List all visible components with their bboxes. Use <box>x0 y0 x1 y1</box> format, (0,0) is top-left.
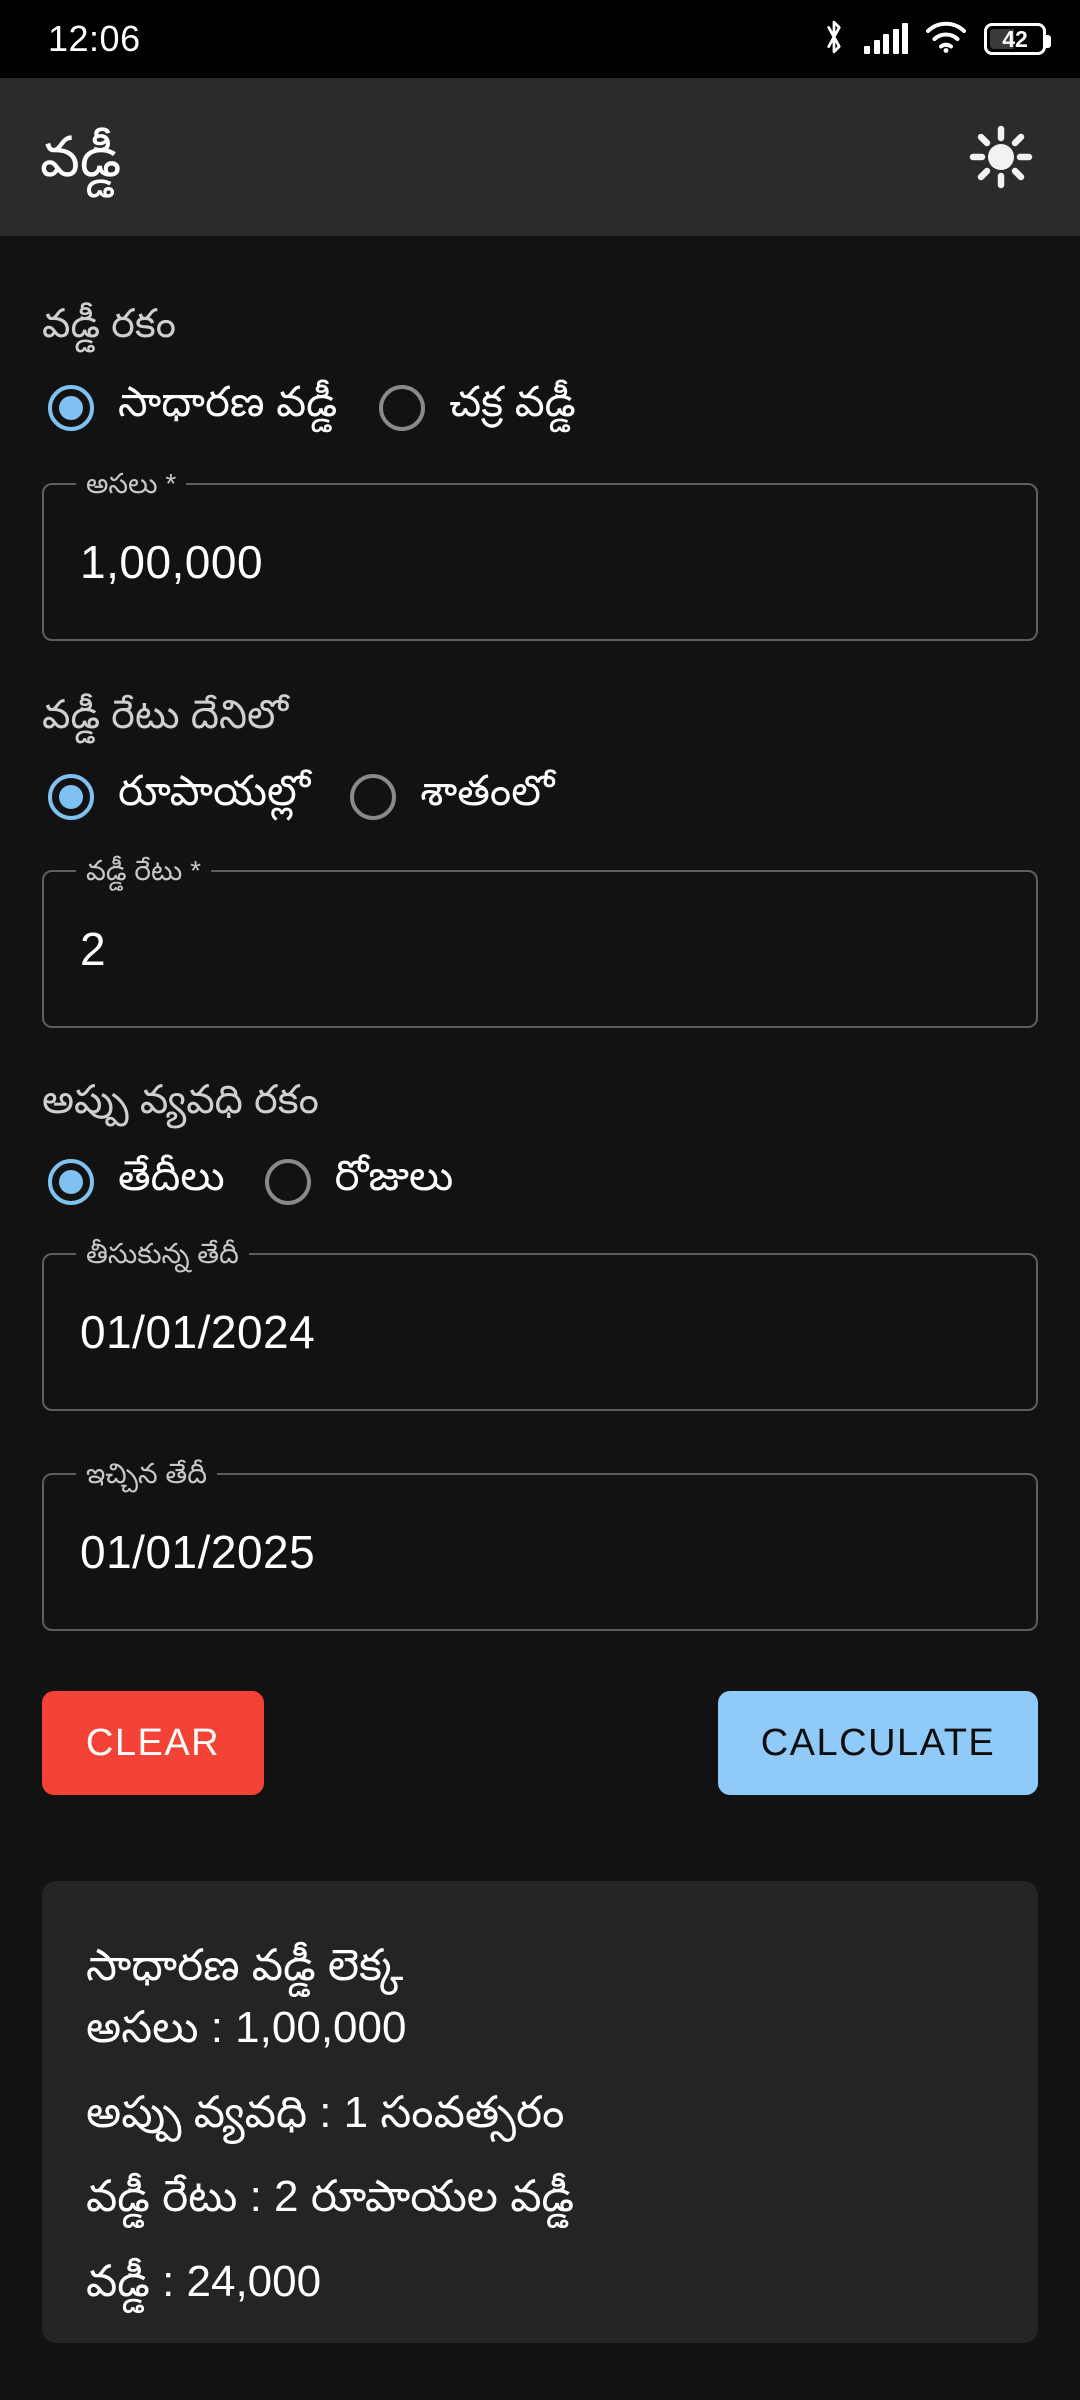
rate-unit-label: వడ్డీ రేటు దేనిలో <box>42 693 289 737</box>
rate-unit-radio-group: రూపాయల్లో శాతంలో <box>0 767 1080 826</box>
rate-input[interactable]: 2 <box>80 922 106 976</box>
duration-type-radio-group: తేదీలు రోజులు <box>0 1152 1080 1211</box>
cellular-signal-icon <box>864 23 908 54</box>
radio-dates-icon[interactable] <box>48 1158 94 1205</box>
from-date-field-label: తీసుకున్న తేదీ <box>76 1235 249 1273</box>
rate-field-label: వడ్డీ రేటు * <box>76 852 211 890</box>
radio-in-percent-label: శాతంలో <box>420 767 555 814</box>
bluetooth-icon <box>821 19 847 60</box>
radio-option-days[interactable]: రోజులు <box>264 1152 454 1211</box>
radio-compound-interest-icon[interactable] <box>379 384 426 431</box>
result-duration: అప్పు వ్యవధి : 1 సంవత్సరం <box>86 2087 565 2137</box>
principal-field-label: అసలు * <box>76 465 187 503</box>
wifi-icon <box>925 21 967 58</box>
app-title: వడ్డీ <box>40 125 122 188</box>
rate-field[interactable]: వడ్డీ రేటు * 2 <box>42 852 1038 1028</box>
battery-level-text: 42 <box>1002 25 1028 52</box>
main-content: వడ్డీ రకం సాధారణ వడ్డీ చక్ర వడ్డీ అసలు *… <box>0 236 1080 2344</box>
brightness-sun-icon[interactable] <box>968 124 1034 190</box>
radio-days-icon[interactable] <box>264 1158 311 1205</box>
interest-type-radio-group: సాధారణ వడ్డీ చక్ర వడ్డీ <box>0 378 1080 437</box>
radio-days-label: రోజులు <box>334 1152 454 1199</box>
interest-type-label: వడ్డీ రకం <box>42 302 177 346</box>
action-button-row: CLEAR CALCULATE <box>0 1691 1080 1795</box>
from-date-field[interactable]: తీసుకున్న తేదీ 01/01/2024 <box>42 1235 1038 1411</box>
radio-option-in-rupees[interactable]: రూపాయల్లో <box>48 767 310 826</box>
result-rate: వడ్డీ రేటు : 2 రూపాయల వడ్డీ <box>86 2172 575 2222</box>
status-bar: 12:06 42 <box>0 0 1080 78</box>
radio-option-simple-interest[interactable]: సాధారణ వడ్డీ <box>48 378 337 437</box>
result-interest: వడ్డీ : 24,000 <box>86 2256 322 2306</box>
battery-icon: 42 <box>984 23 1051 55</box>
status-clock: 12:06 <box>48 18 141 59</box>
radio-simple-interest-icon[interactable] <box>48 384 94 431</box>
radio-dates-label: తేదీలు <box>118 1152 225 1199</box>
to-date-input[interactable]: 01/01/2025 <box>80 1525 315 1579</box>
phone-screen: 12:06 42 వడ్డీ వడ్డీ రకం సాధారణ వడ్డీ చక… <box>0 0 1080 2400</box>
radio-compound-interest-label: చక్ర వడ్డీ <box>449 378 576 425</box>
radio-in-percent-icon[interactable] <box>350 773 397 820</box>
radio-option-compound-interest[interactable]: చక్ర వడ్డీ <box>379 378 576 437</box>
to-date-field[interactable]: ఇచ్చిన తేదీ 01/01/2025 <box>42 1455 1038 1631</box>
radio-in-rupees-icon[interactable] <box>48 773 94 820</box>
calculate-button[interactable]: CALCULATE <box>718 1691 1038 1795</box>
clear-button[interactable]: CLEAR <box>42 1691 264 1795</box>
result-principal: అసలు : 1,00,000 <box>86 2003 407 2053</box>
app-bar: వడ్డీ <box>0 78 1080 236</box>
result-card: సాధారణ వడ్డీ లెక్క అసలు : 1,00,000 అప్పు… <box>42 1881 1038 2344</box>
radio-option-in-percent[interactable]: శాతంలో <box>350 767 554 826</box>
radio-simple-interest-label: సాధారణ వడ్డీ <box>118 378 338 425</box>
principal-input[interactable]: 1,00,000 <box>80 535 263 589</box>
from-date-input[interactable]: 01/01/2024 <box>80 1305 315 1359</box>
duration-type-label: అప్పు వ్యవధి రకం <box>42 1078 319 1122</box>
to-date-field-label: ఇచ్చిన తేదీ <box>76 1455 217 1493</box>
status-icon-group: 42 <box>821 19 1051 60</box>
result-heading: సాధారణ వడ్డీ లెక్క <box>86 1941 404 1990</box>
radio-in-rupees-label: రూపాయల్లో <box>118 767 311 814</box>
principal-field[interactable]: అసలు * 1,00,000 <box>42 465 1038 641</box>
radio-option-dates[interactable]: తేదీలు <box>48 1152 225 1211</box>
